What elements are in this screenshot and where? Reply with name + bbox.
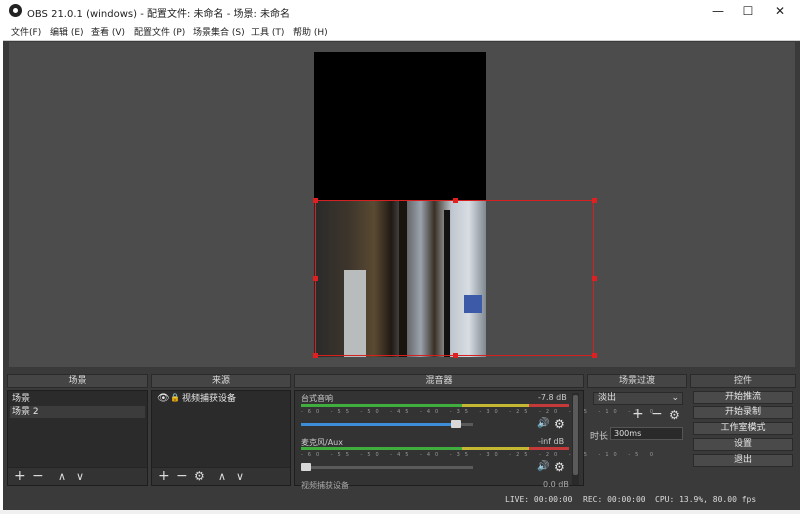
resize-handle[interactable] [313,276,318,281]
chevron-down-icon: ⌄ [671,393,679,403]
remove-scene-button[interactable]: − [32,469,44,484]
remove-source-button[interactable]: − [176,469,188,484]
lock-icon[interactable]: 🔒 [170,393,180,402]
mixer-channel-db: 0.0 dB [543,480,569,489]
duration-label: 时长 [590,432,609,442]
start-streaming-button[interactable]: 开始推流 [693,391,793,404]
meter-scale: -60 -55 -50 -45 -40 -35 -30 -25 -20 -15 … [301,452,659,458]
mixer-channel-name: 台式音响 [301,394,333,403]
transition-gear-icon[interactable]: ⚙ [669,408,680,423]
menu-edit[interactable]: 编辑 (E) [50,25,84,38]
taskbar-strip [0,510,800,514]
transition-select[interactable]: 淡出 ⌄ [593,392,683,405]
transitions-dock-title: 场景过渡 [587,374,687,388]
minimize-button[interactable]: — [703,0,733,22]
add-transition-button[interactable]: + [632,407,644,422]
remove-transition-button[interactable]: − [651,407,663,422]
volume-slider[interactable] [301,463,473,471]
move-scene-up-button[interactable]: ∧ [58,469,66,484]
maximize-button[interactable]: ☐ [733,0,763,22]
menu-tools[interactable]: 工具 (T) [251,25,284,38]
move-source-down-button[interactable]: ∨ [236,469,244,484]
duration-spinbox[interactable]: 300ms [610,427,683,440]
volume-fill [301,423,456,426]
sources-toolbar: + − ⚙ ∧ ∨ [152,467,290,485]
meter-scale: -60 -55 -50 -45 -40 -35 -30 -25 -20 -15 … [301,409,659,415]
mixer-channel-db: -inf dB [538,437,565,446]
resize-handle[interactable] [592,276,597,281]
exit-button[interactable]: 退出 [693,454,793,467]
speaker-icon[interactable]: 🔊 [537,418,549,429]
menu-profile[interactable]: 配置文件 (P) [134,25,185,38]
mixer-gear-icon[interactable]: ⚙ [554,417,565,431]
menu-scene-collection[interactable]: 场景集合 (S) [193,25,245,38]
audio-meter [301,404,569,407]
status-bar: LIVE: 00:00:00 REC: 00:00:00 CPU: 13.9%,… [3,490,800,510]
scenes-list: 场景 场景 2 + − ∧ ∨ [7,390,148,486]
scene-item[interactable]: 场景 [10,393,145,405]
resize-handle[interactable] [592,198,597,203]
audio-meter [301,447,569,450]
source-item[interactable]: 视频捕获设备 [180,393,282,405]
resize-handle[interactable] [453,198,458,203]
resize-handle[interactable] [592,353,597,358]
scene-item[interactable]: 场景 2 [10,406,145,418]
mixer-gear-icon[interactable]: ⚙ [554,460,565,474]
controls-dock-title: 控件 [690,374,796,388]
sources-list: 👁 🔒 视频捕获设备 + − ⚙ ∧ ∨ [151,390,291,486]
close-button[interactable]: ✕ [765,0,795,22]
transition-select-value: 淡出 [598,393,617,403]
start-recording-button[interactable]: 开始录制 [693,406,793,419]
source-properties-gear-icon[interactable]: ⚙ [194,469,205,484]
speaker-icon[interactable]: 🔊 [537,461,549,472]
scenes-toolbar: + − ∧ ∨ [8,467,147,485]
sources-dock-title: 来源 [151,374,291,388]
move-scene-down-button[interactable]: ∨ [76,469,84,484]
menu-help[interactable]: 帮助 (H) [293,25,328,38]
eye-icon[interactable]: 👁 [157,393,170,404]
rec-status: REC: 00:00:00 [583,495,646,504]
volume-slider[interactable] [301,420,473,428]
menu-file[interactable]: 文件(F) [11,25,41,38]
resize-handle[interactable] [453,353,458,358]
obs-window: OBS 21.0.1 (windows) - 配置文件: 未命名 - 场景: 未… [3,0,800,514]
menu-view[interactable]: 查看 (V) [91,25,125,38]
live-status: LIVE: 00:00:00 [505,495,573,504]
cpu-status: CPU: 13.9%, 80.00 fps [655,495,757,504]
add-source-button[interactable]: + [158,469,170,484]
settings-button[interactable]: 设置 [693,438,793,451]
source-selection-box[interactable] [315,200,594,356]
window-title: OBS 21.0.1 (windows) - 配置文件: 未命名 - 场景: 未… [27,9,291,20]
scenes-dock-title: 场景 [7,374,148,388]
duration-value: 300ms [614,429,642,438]
studio-mode-button[interactable]: 工作室模式 [693,422,793,435]
move-source-up-button[interactable]: ∧ [218,469,226,484]
obs-logo-icon [9,4,22,17]
mixer-scrollbar[interactable] [572,393,579,485]
mixer-dock-title: 混音器 [294,374,584,388]
volume-knob[interactable] [450,420,461,428]
mixer-channel-db: -7.8 dB [538,393,567,402]
menu-bar: 文件(F) 编辑 (E) 查看 (V) 配置文件 (P) 场景集合 (S) 工具… [3,22,800,41]
resize-handle[interactable] [313,198,318,203]
resize-handle[interactable] [313,353,318,358]
add-scene-button[interactable]: + [14,469,26,484]
volume-knob[interactable] [301,463,311,471]
scrollbar-thumb[interactable] [573,395,578,475]
title-bar: OBS 21.0.1 (windows) - 配置文件: 未命名 - 场景: 未… [3,0,800,22]
